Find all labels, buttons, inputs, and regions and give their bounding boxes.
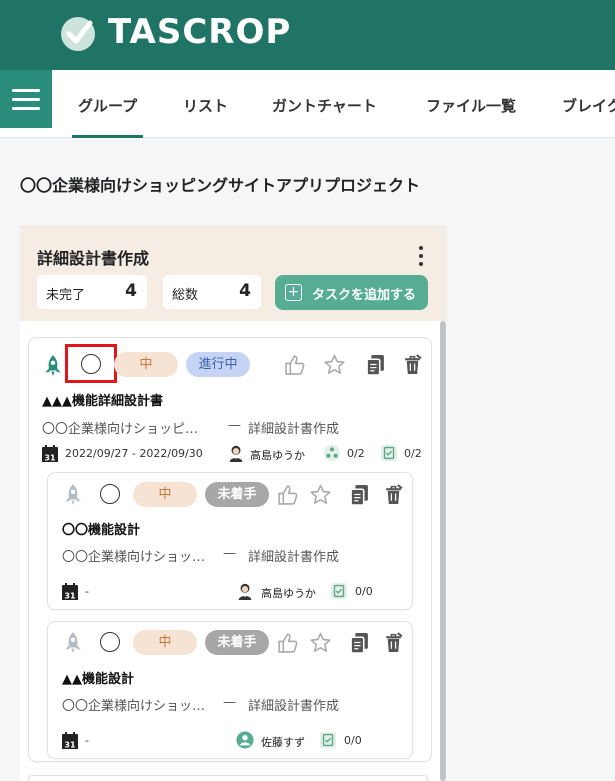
like-icon[interactable] xyxy=(277,632,298,653)
rocket-icon xyxy=(45,355,61,376)
trash-icon[interactable] xyxy=(383,632,404,653)
checklist-count: 0/0 xyxy=(355,585,373,598)
priority-badge[interactable]: 中 xyxy=(133,482,197,507)
task-group: 詳細設計書作成 xyxy=(248,550,340,565)
checklist-icon xyxy=(330,582,348,600)
add-task-button[interactable]: + タスクを追加する xyxy=(275,275,428,310)
total-count-box: 総数 4 xyxy=(163,275,261,309)
next-task-card[interactable] xyxy=(28,775,428,781)
priority-badge[interactable]: 中 xyxy=(133,630,197,655)
star-icon[interactable] xyxy=(310,632,331,653)
avatar-icon xyxy=(236,731,254,749)
priority-badge[interactable]: 中 xyxy=(114,352,178,377)
checklist-count: 0/2 xyxy=(404,447,422,460)
group-column: 詳細設計書作成 未完了 4 総数 4 + タスクを追加する 中 進行中 ▲▲▲機… xyxy=(20,225,447,781)
check-circle-icon[interactable] xyxy=(100,484,120,504)
incomplete-count: 4 xyxy=(125,281,137,301)
plus-icon: + xyxy=(285,284,302,301)
logo-check-icon xyxy=(61,17,95,51)
trash-icon[interactable] xyxy=(383,484,404,505)
total-label: 総数 xyxy=(172,288,199,303)
task-date-range: - xyxy=(85,734,89,747)
rocket-icon xyxy=(65,484,81,505)
brand-logo: TASCROP xyxy=(108,12,292,52)
task-group: 詳細設計書作成 xyxy=(248,422,340,437)
calendar-icon xyxy=(62,583,78,601)
tab-files[interactable]: ファイル一覧 xyxy=(426,70,516,138)
avatar-icon xyxy=(229,445,243,462)
kebab-icon[interactable] xyxy=(415,246,427,266)
like-icon[interactable] xyxy=(277,484,298,505)
calendar-icon xyxy=(62,732,78,750)
calendar-icon xyxy=(42,445,58,463)
star-icon[interactable] xyxy=(310,484,331,505)
task-project: 〇〇企業様向けショッ… xyxy=(62,550,206,565)
check-circle-icon[interactable] xyxy=(100,632,120,652)
task-assignee: 高島ゆうか xyxy=(261,587,316,600)
total-count: 4 xyxy=(239,281,251,301)
menu-icon[interactable] xyxy=(0,70,52,128)
task-date-range: - xyxy=(85,585,89,598)
task-assignee: 佐藤すず xyxy=(261,736,305,749)
copy-icon[interactable] xyxy=(349,484,370,505)
crumb-separator: — xyxy=(223,695,236,710)
app-header: TASCROP xyxy=(0,0,615,70)
subtask-icon xyxy=(323,444,341,462)
scrollbar[interactable] xyxy=(440,321,446,781)
task-project: 〇〇企業様向けショッピ… xyxy=(42,422,199,437)
crumb-separator: — xyxy=(228,418,241,433)
checklist-icon xyxy=(319,731,337,749)
like-icon[interactable] xyxy=(284,354,305,375)
checklist-icon xyxy=(380,444,398,462)
check-circle-icon[interactable] xyxy=(81,354,101,374)
tab-list[interactable]: リスト xyxy=(183,70,228,138)
task-date-range: 2022/09/27 - 2022/09/30 xyxy=(65,447,203,460)
tab-group[interactable]: グループ xyxy=(71,70,144,138)
tab-gantt[interactable]: ガントチャート xyxy=(272,70,377,138)
task-name[interactable]: ▲▲機能設計 xyxy=(62,668,134,687)
incomplete-label: 未完了 xyxy=(46,288,86,303)
incomplete-count-box: 未完了 4 xyxy=(37,275,147,309)
task-project: 〇〇企業様向けショッ… xyxy=(62,699,206,714)
copy-icon[interactable] xyxy=(365,354,386,375)
subtask-count: 0/2 xyxy=(347,447,365,460)
project-title: 〇〇企業様向けショッピングサイトアプリプロジェクト xyxy=(20,176,421,195)
status-badge[interactable]: 未着手 xyxy=(205,482,269,507)
star-icon[interactable] xyxy=(324,354,345,375)
status-badge[interactable]: 進行中 xyxy=(186,352,250,377)
avatar-icon xyxy=(238,583,252,600)
nav-bar: グループ リスト ガントチャート ファイル一覧 ブレイク xyxy=(0,70,615,138)
trash-icon[interactable] xyxy=(402,354,423,375)
task-group: 詳細設計書作成 xyxy=(248,699,340,714)
status-badge[interactable]: 未着手 xyxy=(205,630,269,655)
group-title: 詳細設計書作成 xyxy=(37,249,150,268)
task-name[interactable]: 〇〇機能設計 xyxy=(62,519,140,538)
task-assignee: 高島ゆうか xyxy=(250,449,305,462)
checklist-count: 0/0 xyxy=(344,734,362,747)
task-name[interactable]: ▲▲▲機能詳細設計書 xyxy=(42,390,163,409)
rocket-icon xyxy=(65,632,81,653)
copy-icon[interactable] xyxy=(349,632,370,653)
tab-break[interactable]: ブレイク xyxy=(562,70,615,138)
crumb-separator: — xyxy=(223,546,236,561)
